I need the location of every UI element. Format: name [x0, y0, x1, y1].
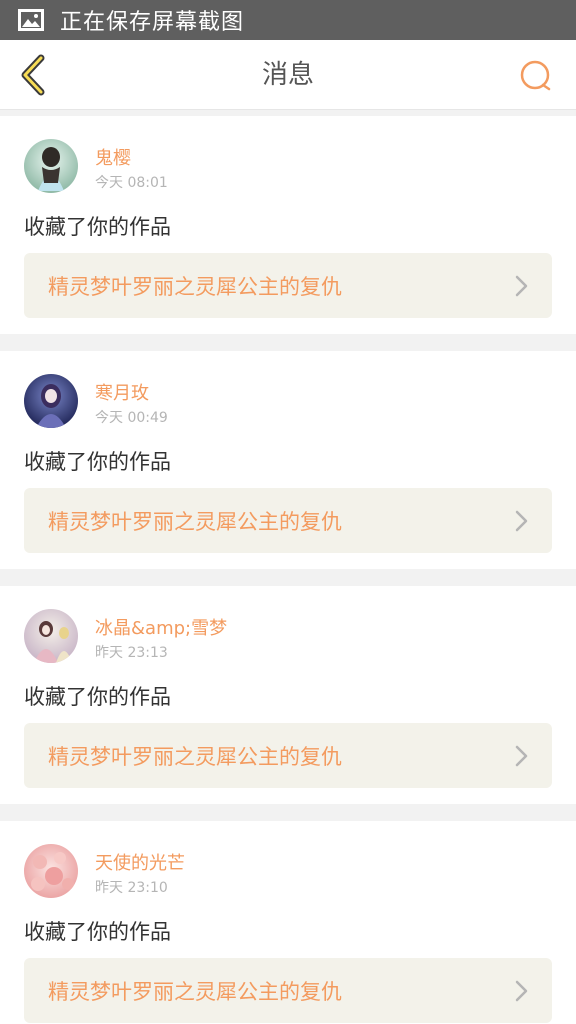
message-card: 寒月玫 今天 00:49 收藏了你的作品 精灵梦叶罗丽之灵犀公主的复仇 [0, 351, 576, 569]
timestamp: 昨天 23:13 [95, 645, 168, 661]
username[interactable]: 鬼樱 [95, 144, 131, 170]
work-title: 精灵梦叶罗丽之灵犀公主的复仇 [48, 509, 342, 534]
timestamp: 昨天 23:10 [95, 880, 168, 896]
action-text: 收藏了你的作品 [24, 685, 171, 709]
message-card: 冰晶&amp;雪梦 昨天 23:13 收藏了你的作品 精灵梦叶罗丽之灵犀公主的复… [0, 586, 576, 804]
work-link[interactable]: 精灵梦叶罗丽之灵犀公主的复仇 [24, 723, 552, 788]
message-card: 鬼樱 今天 08:01 收藏了你的作品 精灵梦叶罗丽之灵犀公主的复仇 [0, 116, 576, 334]
action-text: 收藏了你的作品 [24, 920, 171, 944]
avatar[interactable] [24, 139, 78, 193]
work-link[interactable]: 精灵梦叶罗丽之灵犀公主的复仇 [24, 253, 552, 318]
avatar[interactable] [24, 844, 78, 898]
action-text: 收藏了你的作品 [24, 215, 171, 239]
work-link[interactable]: 精灵梦叶罗丽之灵犀公主的复仇 [24, 958, 552, 1023]
status-bar: 正在保存屏幕截图 [0, 0, 576, 40]
work-title: 精灵梦叶罗丽之灵犀公主的复仇 [48, 979, 342, 1004]
chevron-right-icon [515, 745, 528, 767]
username[interactable]: 冰晶&amp;雪梦 [95, 614, 227, 640]
action-text: 收藏了你的作品 [24, 450, 171, 474]
message-list: 鬼樱 今天 08:01 收藏了你的作品 精灵梦叶罗丽之灵犀公主的复仇 寒月玫 今… [0, 116, 576, 1024]
image-icon [18, 8, 46, 32]
header-bar: 消息 [0, 40, 576, 110]
page-title: 消息 [261, 60, 314, 90]
timestamp: 今天 08:01 [95, 175, 168, 191]
avatar[interactable] [24, 374, 78, 428]
chevron-right-icon [515, 510, 528, 532]
chevron-right-icon [515, 275, 528, 297]
work-link[interactable]: 精灵梦叶罗丽之灵犀公主的复仇 [24, 488, 552, 553]
search-icon [520, 60, 551, 91]
timestamp: 今天 00:49 [95, 410, 168, 426]
search-button[interactable] [516, 56, 556, 96]
work-title: 精灵梦叶罗丽之灵犀公主的复仇 [48, 744, 342, 769]
username[interactable]: 寒月玫 [95, 379, 149, 405]
status-text: 正在保存屏幕截图 [60, 10, 245, 35]
message-card: 天使的光芒 昨天 23:10 收藏了你的作品 精灵梦叶罗丽之灵犀公主的复仇 [0, 821, 576, 1024]
chevron-right-icon [515, 980, 528, 1002]
username[interactable]: 天使的光芒 [95, 849, 185, 875]
avatar[interactable] [24, 609, 78, 663]
work-title: 精灵梦叶罗丽之灵犀公主的复仇 [48, 274, 342, 299]
